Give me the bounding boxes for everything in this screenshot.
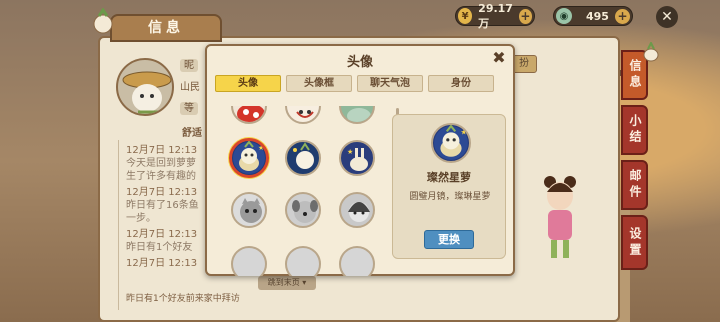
avatar-option-selected[interactable]: ★ — [229, 138, 269, 178]
heart-avatar-icon — [296, 110, 314, 118]
selected-avatar-description: 圆璧月镜，璨琳星萝 — [409, 192, 491, 202]
svg-text:★: ★ — [461, 128, 468, 137]
leaf-avatar-icon — [347, 108, 371, 122]
avatar-option[interactable]: ★ — [339, 140, 375, 176]
avatar-option[interactable] — [231, 246, 267, 276]
close-screen-button[interactable]: ✕ — [656, 6, 678, 28]
avatar-option[interactable] — [285, 140, 321, 176]
coin-counter: ¥ 29.17万 + — [455, 2, 535, 30]
svg-text:★: ★ — [347, 148, 353, 156]
tab-avatar[interactable]: 头像 — [215, 75, 281, 92]
nickname-label: 昵 — [180, 59, 198, 72]
avatar-option[interactable] — [285, 246, 321, 276]
gem-icon: ◉ — [556, 8, 572, 24]
player-character — [544, 176, 576, 258]
coin-icon: ¥ — [458, 8, 473, 24]
selected-avatar-name: 璨然星萝 — [427, 171, 471, 184]
log-timeline — [118, 140, 119, 310]
add-gem-button[interactable]: + — [615, 8, 630, 24]
tab-avatar-frame[interactable]: 头像框 — [286, 75, 352, 92]
dog-avatar-icon — [292, 200, 318, 223]
avatar-option[interactable] — [231, 192, 267, 228]
jump-to-end-button[interactable]: 跳到末页 ▾ — [258, 276, 316, 290]
gem-counter: ◉ 495 + — [553, 6, 633, 26]
region-row: 山民 — [180, 78, 200, 93]
svg-text:★: ★ — [258, 144, 264, 152]
avatar-option[interactable] — [285, 106, 321, 124]
star-radish-avatar-icon: ★ — [233, 141, 265, 174]
avatar-option[interactable] — [285, 192, 321, 228]
radish-icon — [643, 42, 659, 62]
level-label: 等 — [180, 102, 198, 115]
tab-chat-bubble[interactable]: 聊天气泡 — [357, 75, 423, 92]
selected-avatar-preview: ★ — [431, 123, 471, 163]
comfort-text: 舒适 — [182, 128, 202, 139]
nickname-row: 昵 — [180, 56, 198, 72]
avatar-modal: 头像 ✖ 头像 头像框 聊天气泡 身份 ★ ★ ★ 璨然星萝 圆璧月镜，璨琳星萝… — [205, 44, 515, 276]
star-radish-avatar-icon: ★ — [434, 125, 468, 160]
tab-identity[interactable]: 身份 — [428, 75, 494, 92]
mushroom-avatar-icon — [237, 106, 265, 122]
gem-value: 495 — [586, 9, 609, 23]
rabbit-avatar-icon: ★ — [347, 148, 368, 171]
radish-icon — [93, 8, 113, 34]
side-tab-summary[interactable]: 小结 — [621, 105, 648, 155]
add-coin-button[interactable]: + — [518, 8, 532, 24]
avatar-option[interactable] — [339, 106, 375, 124]
side-tab-mail[interactable]: 邮件 — [621, 160, 648, 210]
player-avatar[interactable] — [116, 58, 174, 116]
level-row: 等 — [180, 99, 198, 115]
cat-avatar-icon — [240, 198, 262, 223]
side-tab-settings[interactable]: 设置 — [621, 215, 648, 270]
info-panel-title: 信息 — [110, 14, 222, 42]
avatar-option[interactable] — [231, 106, 267, 124]
avatar-grid: ★ ★ — [221, 106, 393, 276]
girl-avatar-icon — [348, 202, 370, 222]
avatar-option[interactable] — [339, 192, 375, 228]
region-text: 山民 — [180, 82, 200, 93]
avatar-detail-panel: ★ 璨然星萝 圆璧月镜，璨琳星萝 更换 — [392, 114, 506, 259]
modal-title: 头像 — [346, 55, 373, 70]
log-text: 昨日有1个好友前来家中拜访 — [126, 294, 240, 304]
coin-value: 29.17万 — [478, 1, 513, 30]
close-icon[interactable]: ✖ — [491, 50, 507, 66]
change-avatar-button[interactable]: 更换 — [424, 230, 474, 249]
modal-tabs: 头像 头像框 聊天气泡 身份 — [215, 75, 494, 92]
moon-radish-avatar-icon — [293, 142, 314, 169]
avatar-option[interactable] — [339, 246, 375, 276]
